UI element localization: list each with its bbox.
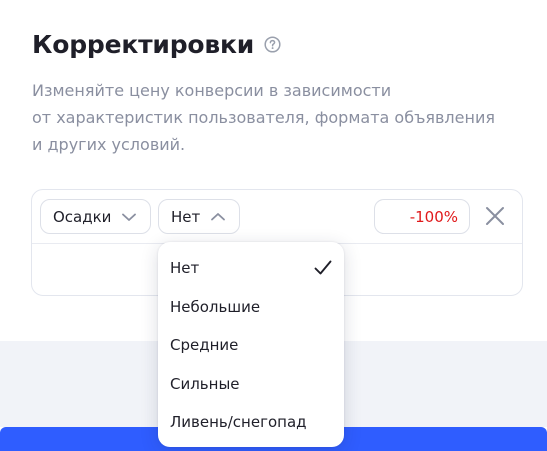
dropdown-option-medium[interactable]: Средние [158,326,344,365]
chevron-up-icon [209,208,227,226]
value-select-label: Нет [171,207,201,226]
dropdown-option-light[interactable]: Небольшие [158,288,344,327]
option-label: Ливень/снегопад [170,413,307,432]
description-line: Изменяйте цену конверсии в зависимости [32,81,392,100]
option-label: Средние [170,336,239,355]
percent-input[interactable]: -100% [374,199,470,234]
value-dropdown-menu: Нет Небольшие Средние Сильные Ливень/сне… [158,242,344,447]
close-icon[interactable] [483,204,507,228]
value-select[interactable]: Нет [158,199,240,234]
page-title: Корректировки [32,30,255,59]
dropdown-option-heavy[interactable]: Сильные [158,365,344,404]
dropdown-option-downpour[interactable]: Ливень/снегопад [158,403,344,442]
option-label: Нет [170,259,200,278]
percent-value: -100% [409,207,458,226]
description-line: от характеристик пользователя, формата о… [32,108,495,127]
parameter-select-label: Осадки [53,207,112,226]
dropdown-option-none[interactable]: Нет [158,249,344,288]
option-label: Сильные [170,374,240,393]
option-label: Небольшие [170,297,261,316]
check-icon [313,258,333,278]
parameter-select[interactable]: Осадки [40,199,151,234]
chevron-down-icon [120,208,138,226]
header: Корректировки [32,30,281,59]
description-line: и других условий. [32,135,186,154]
description: Изменяйте цену конверсии в зависимости о… [32,77,532,158]
question-circle-icon[interactable] [264,36,281,53]
